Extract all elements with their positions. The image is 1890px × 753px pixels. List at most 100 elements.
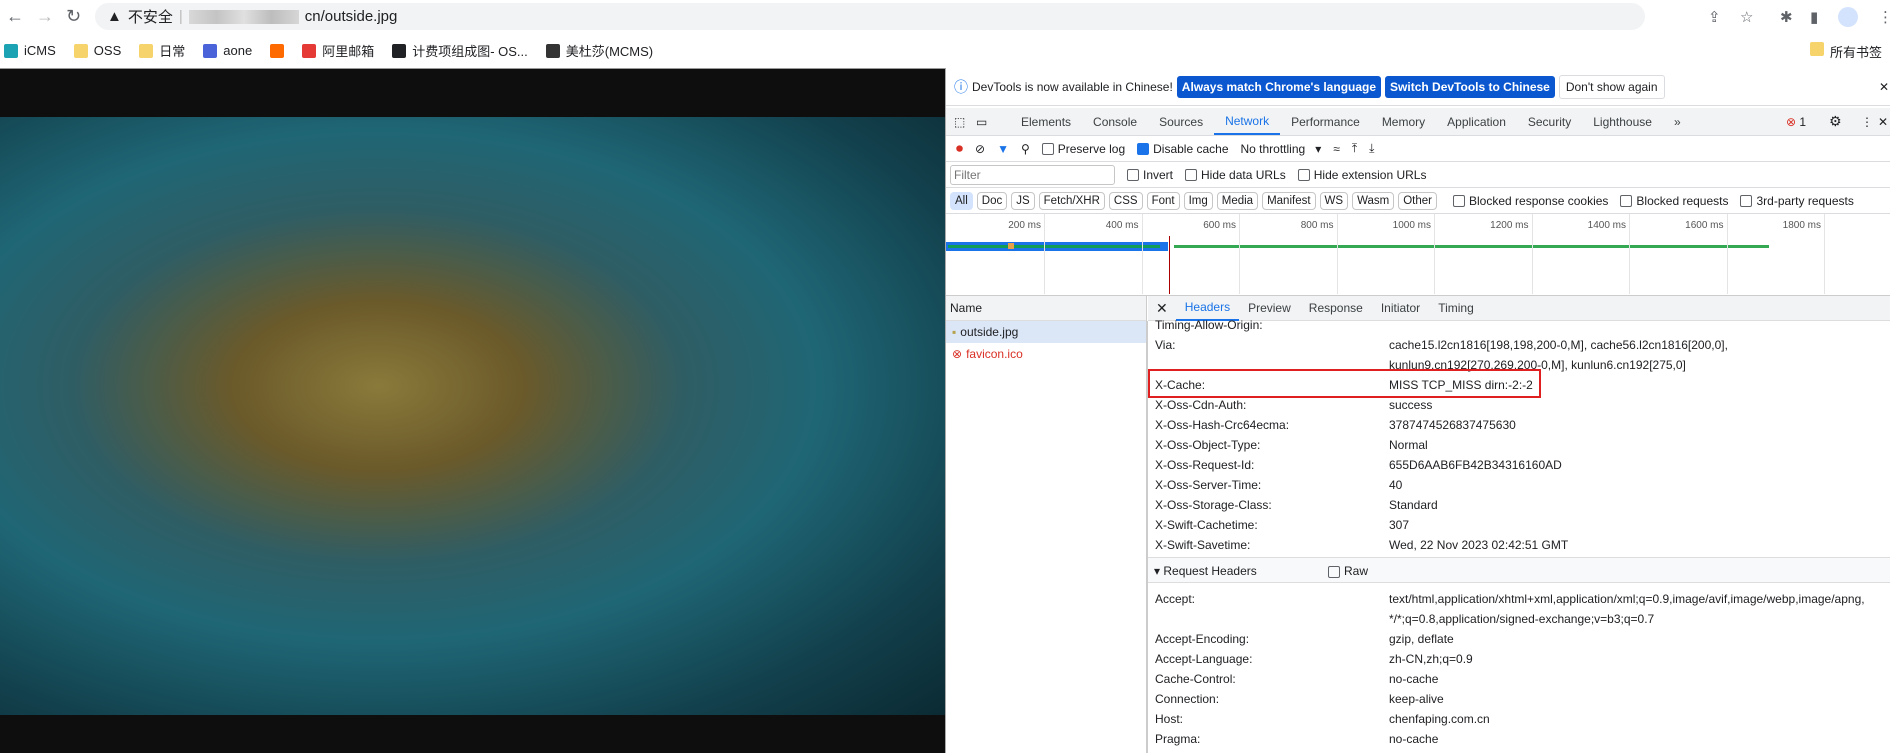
header-name: Connection: [1155, 692, 1220, 706]
tab-network[interactable]: Network [1214, 109, 1281, 135]
hide-data-urls-checkbox[interactable]: Hide data URLs [1185, 168, 1286, 182]
filter-icon[interactable]: ▼ [997, 142, 1009, 156]
bookmark-label: 美杜莎(MCMS) [565, 44, 654, 59]
close-icon[interactable]: ✕ [1879, 80, 1889, 94]
network-conditions-icon[interactable]: ≈ [1333, 142, 1340, 156]
type-filter-fetchxhr[interactable]: Fetch/XHR [1038, 191, 1105, 210]
profile-avatar[interactable] [1838, 7, 1858, 27]
match-language-button[interactable]: Always match Chrome's language [1176, 75, 1382, 98]
bookmark-item[interactable]: aone [203, 43, 252, 58]
header-row: */*;q=0.8,application/signed-exchange;v=… [946, 609, 1890, 629]
type-filter-other[interactable]: Other [1398, 191, 1437, 210]
close-devtools-icon[interactable]: ✕ [1878, 115, 1888, 129]
header-row: X-Oss-Server-Time: 40 [946, 475, 1890, 495]
bookmark-icon [139, 43, 154, 58]
header-value: keep-alive [1389, 692, 1444, 706]
reload-icon[interactable]: ↻ [66, 6, 81, 27]
request-headers-section[interactable]: ▾ Request Headers Raw [1148, 557, 1890, 583]
forward-icon[interactable]: → [36, 6, 54, 27]
tab-lighthouse[interactable]: Lighthouse [1582, 109, 1663, 135]
language-infobar: ⓘ DevTools is now available in Chinese! … [946, 68, 1890, 106]
timeline-tick: 600 ms [1203, 214, 1240, 294]
menu-icon[interactable]: ⋮ [1878, 8, 1890, 26]
type-filter-manifest[interactable]: Manifest [1262, 191, 1316, 210]
share-icon[interactable]: ⇪ [1708, 8, 1721, 26]
section-title: Request Headers [1163, 564, 1257, 578]
preserve-log-checkbox[interactable]: Preserve log [1041, 142, 1125, 156]
more-icon[interactable]: ⋮ [1861, 115, 1873, 129]
header-value: text/html,application/xhtml+xml,applicat… [1389, 592, 1865, 606]
record-icon[interactable]: ⏺ [956, 140, 963, 157]
bookmark-label: aone [223, 43, 253, 58]
timeline-bar-download [948, 245, 1160, 248]
back-icon[interactable]: ← [6, 6, 24, 27]
omnibox[interactable]: ▲ 不安全 | cn/outside.jpg [95, 3, 1645, 30]
close-detail-icon[interactable]: ✕ [1156, 300, 1168, 317]
switch-chinese-button[interactable]: Switch DevTools to Chinese [1385, 75, 1555, 98]
filter-input[interactable] [950, 164, 1115, 185]
type-filter-media[interactable]: Media [1216, 191, 1259, 210]
bookmark-item[interactable]: iCMS [4, 43, 56, 58]
raw-checkbox[interactable]: Raw [1328, 558, 1368, 584]
bookmark-icon [203, 43, 218, 58]
header-row: Via: cache15.l2cn1816[198,198,200-0,M], c… [946, 335, 1890, 355]
header-name: Timing-Allow-Origin: [1155, 318, 1263, 332]
type-filter-img[interactable]: Img [1183, 191, 1213, 210]
header-value: success [1389, 398, 1433, 412]
timeline-tick-label: 1800 ms [1782, 220, 1821, 231]
security-label[interactable]: 不安全 [128, 6, 173, 27]
settings-icon[interactable]: ⚙ [1829, 113, 1842, 130]
dont-show-again-button[interactable]: Don't show again [1558, 74, 1665, 99]
disable-cache-checkbox[interactable]: Disable cache [1137, 142, 1229, 156]
type-filter-all[interactable]: All [950, 191, 973, 210]
highlight-box [1148, 369, 1541, 398]
type-checkbox[interactable]: 3rd-party requests [1740, 194, 1854, 208]
type-checkbox[interactable]: Blocked response cookies [1453, 194, 1608, 208]
tab-elements[interactable]: Elements [1010, 109, 1082, 135]
bookmark-item[interactable] [270, 43, 285, 58]
hide-extension-urls-checkbox[interactable]: Hide extension URLs [1297, 168, 1426, 182]
throttling-select[interactable]: No throttling ▾ [1241, 142, 1322, 156]
type-checkbox[interactable]: Blocked requests [1620, 194, 1728, 208]
error-icon[interactable]: ⊗ 1 [1786, 115, 1806, 129]
type-filter-font[interactable]: Font [1146, 191, 1180, 210]
tab-console[interactable]: Console [1082, 109, 1148, 135]
tab-performance[interactable]: Performance [1280, 109, 1371, 135]
type-filter-doc[interactable]: Doc [976, 191, 1008, 210]
header-row: Accept-Language: zh-CN,zh;q=0.9 [946, 649, 1890, 669]
type-filter-ws[interactable]: WS [1319, 191, 1349, 210]
clear-icon[interactable]: ⊘ [975, 142, 985, 156]
device-toolbar-icon[interactable]: ▭ [976, 115, 1010, 129]
tab-sources[interactable]: Sources [1148, 109, 1214, 135]
export-icon[interactable]: ⤓ [1369, 141, 1374, 156]
invert-checkbox[interactable]: Invert [1127, 168, 1173, 182]
url-text[interactable]: cn/outside.jpg [305, 8, 398, 25]
type-filter-css[interactable]: CSS [1108, 191, 1143, 210]
inspect-icon[interactable]: ⬚ [954, 115, 976, 129]
all-bookmarks[interactable]: 所有书签 [1810, 42, 1890, 61]
tab-memory[interactable]: Memory [1371, 109, 1436, 135]
timeline-tick: 1800 ms [1783, 214, 1825, 294]
type-filter-js[interactable]: JS [1011, 191, 1035, 210]
type-filter-row: All Doc JS Fetch/XHR CSS Font Img Media Manifest… [946, 188, 1890, 214]
side-panel-icon[interactable]: ▮ [1810, 8, 1818, 26]
more-tabs-icon[interactable]: » [1663, 109, 1692, 135]
bookmark-icon [392, 43, 407, 58]
bookmark-item[interactable]: 日常 [139, 41, 185, 60]
search-icon[interactable]: ⚲ [1021, 142, 1030, 156]
bookmark-item[interactable]: OSS [73, 43, 121, 58]
bookmark-item[interactable]: 计费项组成图- OS... [392, 41, 528, 60]
bookmark-item[interactable]: 美杜莎(MCMS) [545, 41, 654, 60]
bookmark-label: iCMS [24, 43, 56, 58]
turtle-image [0, 117, 945, 715]
star-icon[interactable]: ☆ [1740, 8, 1753, 26]
header-value: */*;q=0.8,application/signed-exchange;v=… [1389, 612, 1655, 626]
bookmark-item[interactable]: 阿里邮箱 [302, 41, 374, 60]
tab-security[interactable]: Security [1517, 109, 1582, 135]
tab-application[interactable]: Application [1436, 109, 1517, 135]
type-filter-wasm[interactable]: Wasm [1352, 191, 1395, 210]
header-name: X-Oss-Object-Type: [1155, 438, 1261, 452]
extensions-icon[interactable]: ✱ [1780, 8, 1793, 26]
import-icon[interactable]: ⤒ [1352, 141, 1357, 156]
header-value: 3787474526837475630 [1389, 418, 1516, 432]
